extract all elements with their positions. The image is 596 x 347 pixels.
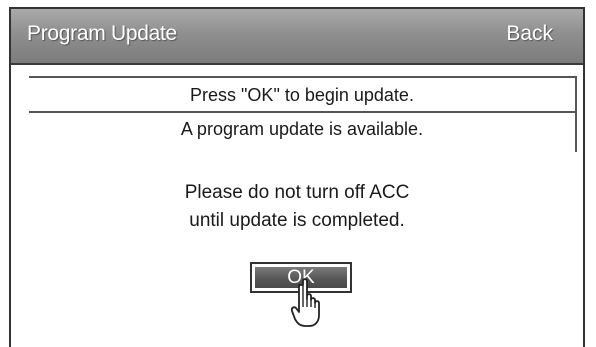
- update-dialog: Program Update Back Press "OK" to begin …: [9, 7, 585, 347]
- instruction-row: Press "OK" to begin update.: [29, 76, 577, 113]
- hand-pointer-icon: [291, 278, 320, 327]
- warning-line-1: Please do not turn off ACC: [184, 182, 410, 203]
- warning-message: Please do not turn off ACC until update …: [11, 179, 583, 235]
- title-bar: Program Update Back: [11, 9, 583, 65]
- status-text: A program update is available.: [180, 119, 424, 139]
- status-row: A program update is available.: [29, 112, 577, 152]
- warning-line-2: until update is completed.: [189, 210, 405, 231]
- back-button[interactable]: Back: [506, 22, 553, 46]
- instruction-text: Press "OK" to begin update.: [190, 85, 414, 105]
- page-title: Program Update: [27, 22, 177, 45]
